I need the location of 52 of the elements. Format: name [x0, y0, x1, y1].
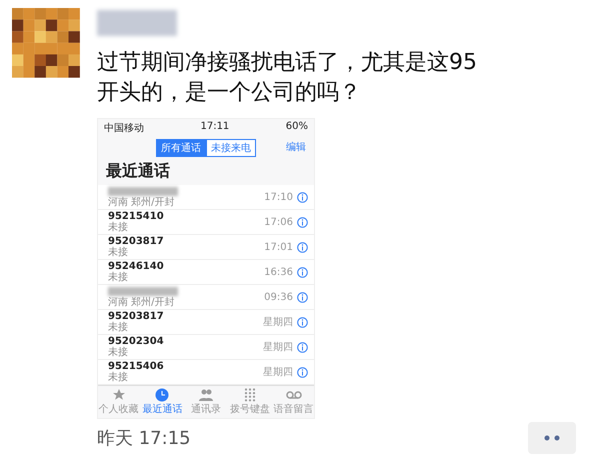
info-icon[interactable] — [297, 266, 308, 278]
dots-icon — [544, 435, 560, 441]
call-label: 河南 郑州/开封 — [108, 197, 176, 208]
phone-number: 95215406 — [108, 361, 165, 372]
call-time: 星期四 — [263, 316, 293, 329]
star-icon — [112, 388, 126, 402]
tab-bar-item[interactable]: 最近通话 — [142, 388, 183, 416]
tab-bar-item[interactable]: 个人收藏 — [98, 388, 139, 416]
battery-label: 60% — [286, 121, 308, 134]
post-text: 过节期间净接骚扰电话了，尤其是这95开头的，是一个公司的吗？ — [97, 49, 478, 107]
phone-number: 95215410 — [108, 211, 165, 222]
blurred-number — [108, 187, 178, 196]
tab-bar-item[interactable]: 通讯录 — [186, 388, 226, 416]
status-time: 17:11 — [200, 121, 230, 134]
call-time: 09:36 — [264, 292, 293, 302]
call-time: 17:10 — [264, 192, 293, 202]
call-label: 未接 — [108, 247, 129, 258]
info-icon[interactable] — [297, 192, 308, 202]
comment-button[interactable] — [528, 422, 576, 454]
call-time: 16:36 — [264, 266, 293, 278]
carrier-label: 中国移动 — [104, 122, 144, 135]
info-icon[interactable] — [297, 242, 308, 252]
phone-number: 95202304 — [108, 336, 165, 347]
call-time: 星期四 — [263, 366, 293, 379]
call-label: 未接 — [108, 272, 129, 283]
call-label: 未接 — [108, 322, 129, 333]
call-label: 未接 — [108, 347, 129, 358]
info-icon[interactable] — [297, 292, 308, 302]
info-icon[interactable] — [297, 342, 308, 352]
keypad-icon — [242, 388, 257, 402]
call-time: 星期四 — [263, 340, 293, 354]
edit-link[interactable]: 编辑 — [286, 140, 306, 154]
info-icon[interactable] — [297, 216, 308, 228]
info-icon[interactable] — [297, 366, 308, 378]
phone-number: 95203817 — [108, 311, 165, 322]
call-time: 17:06 — [264, 216, 293, 228]
screen-title: 最近通话 — [105, 160, 171, 182]
info-icon[interactable] — [297, 316, 308, 328]
clock-icon — [155, 388, 170, 402]
call-label: 河南 郑州/开封 — [108, 297, 176, 308]
call-label: 未接 — [108, 372, 129, 383]
phone-number: 95246140 — [108, 261, 165, 272]
segment-tab[interactable]: 所有通话 — [156, 139, 206, 157]
segment-tab[interactable]: 未接来电 — [206, 139, 256, 157]
call-label: 未接 — [108, 222, 129, 233]
tab-bar-item[interactable]: 语音留言 — [273, 388, 314, 416]
tab-bar-item[interactable]: 拨号键盘 — [229, 388, 270, 416]
phone-number: 95203817 — [108, 236, 165, 247]
blurred-number — [108, 287, 178, 296]
call-time: 17:01 — [264, 242, 293, 252]
post-time: 昨天 17:15 — [97, 427, 191, 450]
contacts-icon — [199, 388, 213, 402]
